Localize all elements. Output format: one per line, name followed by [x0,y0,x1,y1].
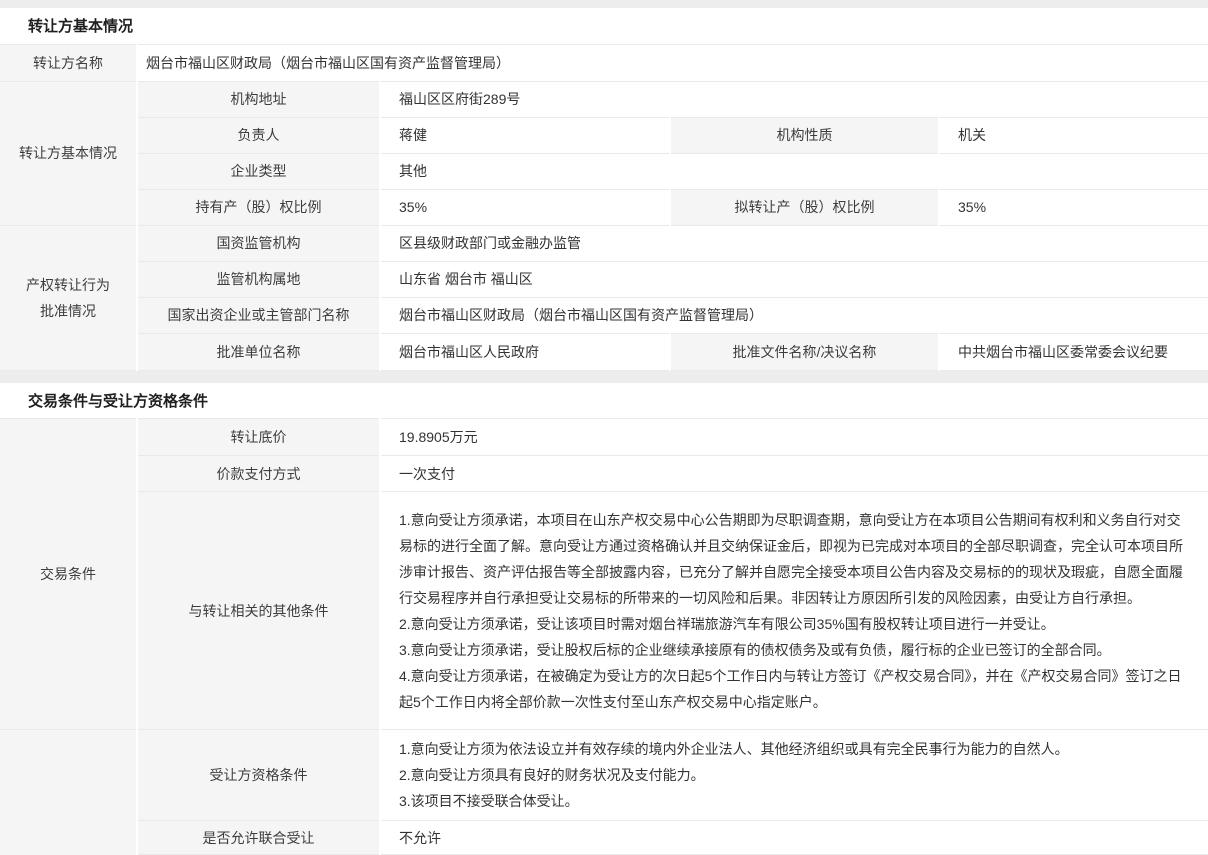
address-value: 福山区区府街289号 [380,81,1208,117]
approval-document-label: 批准文件名称/决议名称 [670,333,939,370]
top-gap [0,0,1208,8]
other-conditions-paragraph-2: 2.意向受让方须承诺，受让该项目时需对烟台祥瑞旅游汽车有限公司35%国有股权转让… [399,611,1190,637]
table-row: 监管机构属地 山东省 烟台市 福山区 [0,261,1208,297]
table-row: 国家出资企业或主管部门名称 烟台市福山区财政局（烟台市福山区国有资产监督管理局） [0,297,1208,333]
other-conditions-paragraph-3: 3.意向受让方须承诺，受让股权后标的企业继续承接原有的债权债务及或有负债，履行标… [399,637,1190,663]
table-row: 交易条件与受让方资格条件 [0,383,1208,419]
transfer-ratio-label: 拟转让产（股）权比例 [670,189,939,225]
table-row: 受让方资格条件 1.意向受让方须为依法设立并有效存续的境内外企业法人、其他经济组… [0,730,1208,821]
table-row: 交易条件 转让底价 19.8905万元 [0,419,1208,456]
qualification-group-cell [0,730,137,855]
principal-value: 蒋健 [380,117,670,153]
other-conditions-paragraphs: 1.意向受让方须承诺，本项目在山东产权交易中心公告期即为尽职调查期，意向受让方在… [399,501,1190,721]
address-label: 机构地址 [137,81,380,117]
other-conditions-value: 1.意向受让方须承诺，本项目在山东产权交易中心公告期即为尽职调查期，意向受让方在… [380,492,1208,730]
table-row: 批准单位名称 烟台市福山区人民政府 批准文件名称/决议名称 中共烟台市福山区委常… [0,333,1208,370]
org-nature-value: 机关 [939,117,1208,153]
transfer-info-page: 转让方基本情况 转让方名称 烟台市福山区财政局（烟台市福山区国有资产监督管理局）… [0,0,1208,855]
table-row: 与转让相关的其他条件 1.意向受让方须承诺，本项目在山东产权交易中心公告期即为尽… [0,492,1208,730]
other-conditions-paragraph-4: 4.意向受让方须承诺，在被确定为受让方的次日起5个工作日内与转让方签订《产权交易… [399,663,1190,715]
table-row: 持有产（股）权比例 35% 拟转让产（股）权比例 35% [0,189,1208,225]
state-funded-enterprise-label: 国家出资企业或主管部门名称 [137,297,380,333]
table-row: 转让方基本情况 [0,8,1208,44]
approval-unit-value: 烟台市福山区人民政府 [380,333,670,370]
section2-title: 交易条件与受让方资格条件 [0,383,1208,419]
qualification-paragraph-3: 3.该项目不接受联合体受让。 [399,788,1190,814]
approval-unit-label: 批准单位名称 [137,333,380,370]
principal-label: 负责人 [137,117,380,153]
section1-title: 转让方基本情况 [0,8,1208,44]
regulator-value: 区县级财政部门或金融办监管 [380,225,1208,261]
payment-method-value: 一次支付 [380,456,1208,492]
trade-conditions-table: 交易条件与受让方资格条件 交易条件 转让底价 19.8905万元 价款支付方式 … [0,383,1208,855]
company-type-label: 企业类型 [137,153,380,189]
org-nature-label: 机构性质 [670,117,939,153]
transferor-name-label: 转让方名称 [0,44,137,81]
basic-group-label: 转让方基本情况 [0,81,137,225]
qualification-requirements-value: 1.意向受让方须为依法设立并有效存续的境内外企业法人、其他经济组织或具有完全民事… [380,730,1208,821]
approval-group-label-line2: 批准情况 [0,298,136,324]
qualification-paragraph-2: 2.意向受让方须具有良好的财务状况及支付能力。 [399,762,1190,788]
regulator-location-value: 山东省 烟台市 福山区 [380,261,1208,297]
company-type-value: 其他 [380,153,1208,189]
floor-price-value: 19.8905万元 [380,419,1208,456]
qualification-paragraphs: 1.意向受让方须为依法设立并有效存续的境内外企业法人、其他经济组织或具有完全民事… [399,730,1190,820]
table-row: 负责人 蒋健 机构性质 机关 [0,117,1208,153]
table-row: 是否允许联合受让 不允许 [0,821,1208,855]
floor-price-label: 转让底价 [137,419,380,456]
holding-ratio-label: 持有产（股）权比例 [137,189,380,225]
regulator-location-label: 监管机构属地 [137,261,380,297]
regulator-label: 国资监管机构 [137,225,380,261]
other-conditions-paragraph-1: 1.意向受让方须承诺，本项目在山东产权交易中心公告期即为尽职调查期，意向受让方在… [399,507,1190,611]
approval-group-label: 产权转让行为 批准情况 [0,225,137,370]
approval-group-label-line1: 产权转让行为 [0,272,136,298]
joint-transfer-value: 不允许 [380,821,1208,855]
transferor-basic-info-table: 转让方基本情况 转让方名称 烟台市福山区财政局（烟台市福山区国有资产监督管理局）… [0,8,1208,371]
qualification-requirements-label: 受让方资格条件 [137,730,380,821]
state-funded-enterprise-value: 烟台市福山区财政局（烟台市福山区国有资产监督管理局） [380,297,1208,333]
joint-transfer-label: 是否允许联合受让 [137,821,380,855]
payment-method-label: 价款支付方式 [137,456,380,492]
table-row: 转让方基本情况 机构地址 福山区区府街289号 [0,81,1208,117]
transfer-ratio-value: 35% [939,189,1208,225]
trade-conditions-group-label: 交易条件 [0,419,137,730]
transferor-name-value: 烟台市福山区财政局（烟台市福山区国有资产监督管理局） [137,44,1208,81]
holding-ratio-value: 35% [380,189,670,225]
table-row: 转让方名称 烟台市福山区财政局（烟台市福山区国有资产监督管理局） [0,44,1208,81]
table-row: 企业类型 其他 [0,153,1208,189]
qualification-paragraph-1: 1.意向受让方须为依法设立并有效存续的境内外企业法人、其他经济组织或具有完全民事… [399,736,1190,762]
section-gap [0,371,1208,383]
table-row: 价款支付方式 一次支付 [0,456,1208,492]
table-row: 产权转让行为 批准情况 国资监管机构 区县级财政部门或金融办监管 [0,225,1208,261]
other-conditions-label: 与转让相关的其他条件 [137,492,380,730]
approval-document-value: 中共烟台市福山区委常委会议纪要 [939,333,1208,370]
